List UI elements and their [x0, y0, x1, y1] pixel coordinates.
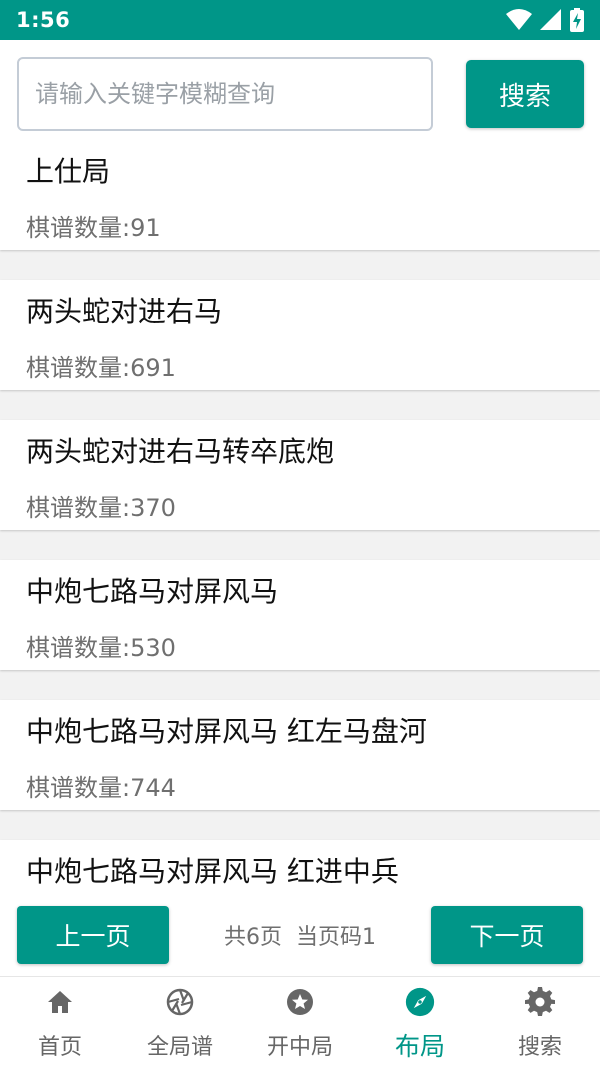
star-circle-icon	[285, 987, 315, 1017]
nav-item-search[interactable]: 搜索	[480, 977, 600, 1066]
nav-label: 布局	[394, 1032, 445, 1061]
list-item[interactable]: 两头蛇对进右马 棋谱数量:691	[0, 280, 600, 390]
status-bar: 1:56	[0, 0, 600, 40]
search-input[interactable]	[17, 57, 433, 131]
nav-label: 首页	[37, 1035, 82, 1060]
list-item-count: 棋谱数量:530	[26, 634, 176, 662]
nav-item-home[interactable]: 首页	[0, 977, 120, 1066]
list-item[interactable]: 上仕局 棋谱数量:91	[0, 140, 600, 250]
list-item[interactable]: 中炮七路马对屏风马 红左马盘河 棋谱数量:744	[0, 700, 600, 810]
list-item-title: 中炮七路马对屏风马	[26, 575, 279, 608]
nav-item-layout[interactable]: 布局	[360, 977, 480, 1066]
next-page-button[interactable]: 下一页	[431, 906, 583, 964]
total-pages: 共6页	[224, 925, 282, 950]
compass-icon	[403, 987, 437, 1017]
wifi-icon	[506, 9, 532, 31]
list-item-count: 棋谱数量:370	[26, 494, 176, 522]
prev-page-button[interactable]: 上一页	[17, 906, 169, 964]
list-item-count: 棋谱数量:91	[26, 214, 161, 242]
battery-charging-icon	[570, 8, 584, 32]
opening-list: 上仕局 棋谱数量:91 两头蛇对进右马 棋谱数量:691 两头蛇对进右马转卒底炮…	[0, 140, 600, 904]
list-item-title: 两头蛇对进右马	[26, 295, 223, 328]
list-item-title: 上仕局	[26, 155, 111, 188]
nav-label: 搜索	[517, 1035, 562, 1060]
home-icon	[46, 987, 74, 1017]
search-area: 搜索	[0, 40, 600, 140]
status-icons	[506, 8, 584, 32]
status-time: 1:56	[16, 8, 71, 32]
aperture-icon	[165, 987, 195, 1017]
page-info: 共6页 当页码1	[169, 906, 431, 964]
list-item[interactable]: 中炮七路马对屏风马 棋谱数量:530	[0, 560, 600, 670]
list-item-count: 棋谱数量:744	[26, 774, 176, 802]
search-button[interactable]: 搜索	[466, 60, 584, 128]
nav-item-full-records[interactable]: 全局谱	[120, 977, 240, 1066]
gear-icon	[525, 987, 555, 1017]
signal-icon	[540, 9, 562, 31]
nav-label: 开中局	[266, 1035, 333, 1060]
list-item[interactable]: 中炮七路马对屏风马 红进中兵	[0, 840, 600, 904]
list-item-count: 棋谱数量:691	[26, 354, 176, 382]
list-item-title: 两头蛇对进右马转卒底炮	[26, 435, 335, 468]
bottom-nav: 首页 全局谱 开中局 布局 搜索	[0, 976, 600, 1066]
list-item-title: 中炮七路马对屏风马 红左马盘河	[26, 715, 427, 748]
list-item[interactable]: 两头蛇对进右马转卒底炮 棋谱数量:370	[0, 420, 600, 530]
pagination-bar: 上一页 共6页 当页码1 下一页	[0, 904, 600, 976]
nav-item-opening-middlegame[interactable]: 开中局	[240, 977, 360, 1066]
nav-label: 全局谱	[146, 1035, 213, 1060]
list-item-title: 中炮七路马对屏风马 红进中兵	[26, 855, 399, 888]
current-page: 当页码1	[296, 925, 376, 950]
